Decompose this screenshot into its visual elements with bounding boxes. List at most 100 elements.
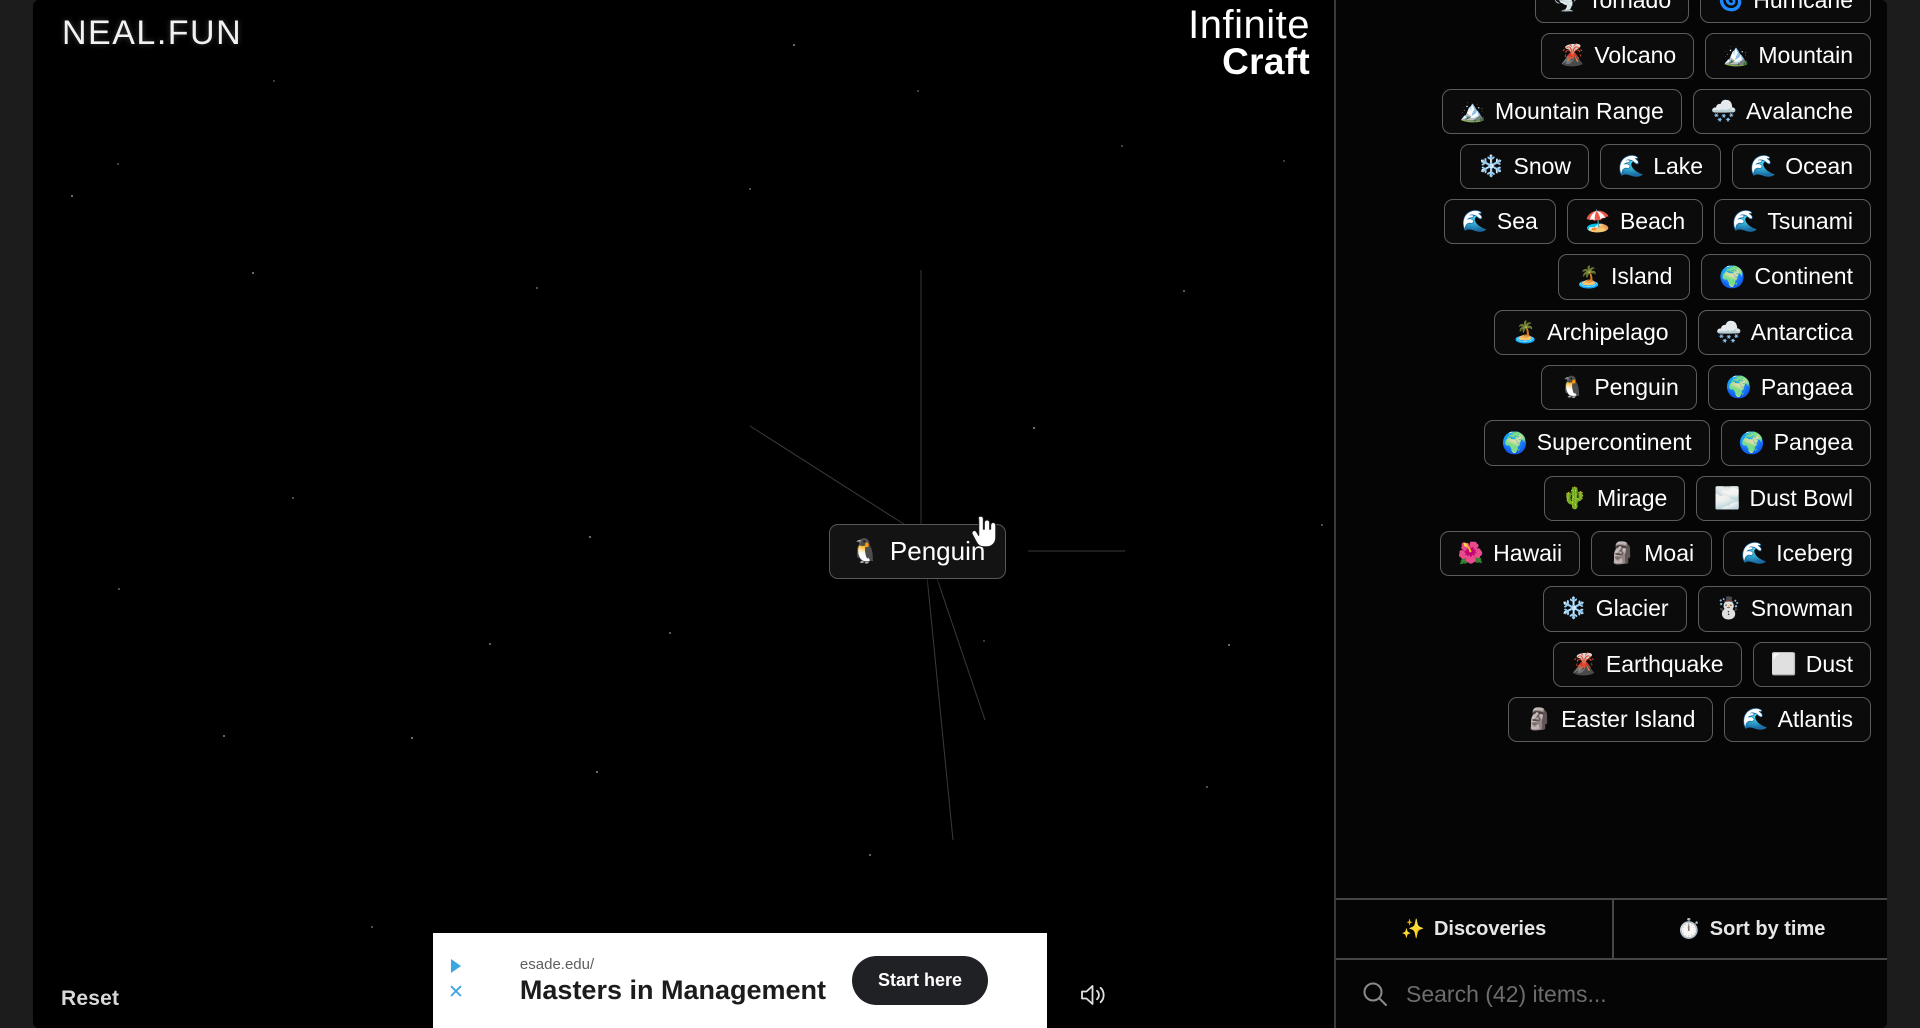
item-tornado[interactable]: 🌪️ Tornado (1534, 0, 1690, 24)
star-dot (793, 44, 795, 46)
item-iceberg[interactable]: 🌊 Iceberg (1723, 530, 1871, 577)
item-pangaea[interactable]: 🌍 Pangaea (1707, 365, 1871, 411)
item-label: Glacier (1595, 595, 1669, 622)
star-dot (1228, 644, 1230, 646)
star-dot (118, 588, 120, 590)
ad-body: esade.edu/ Masters in Management Start h… (473, 956, 1047, 1006)
speaker-icon[interactable] (1076, 978, 1110, 1012)
item-row: 🌍 Supercontinent 🌍 Pangea (1356, 420, 1871, 466)
item-hurricane[interactable]: 🌀 Hurricane (1700, 0, 1871, 24)
ad-text: esade.edu/ Masters in Management (520, 956, 826, 1006)
item-emoji-icon: ⬜ (1770, 652, 1797, 676)
item-supercontinent[interactable]: 🌍 Supercontinent (1483, 420, 1710, 466)
item-emoji-icon: 🏔️ (1723, 44, 1750, 68)
item-atlantis[interactable]: 🌊 Atlantis (1724, 696, 1871, 743)
item-island[interactable]: 🏝️ Island (1557, 254, 1691, 300)
item-volcano[interactable]: 🌋 Volcano (1541, 33, 1695, 79)
item-label: Island (1611, 263, 1673, 290)
item-earthquake[interactable]: 🌋 Earthquake (1552, 641, 1742, 687)
item-label: Sea (1496, 208, 1538, 235)
ad-cta-button[interactable]: Start here (852, 956, 989, 1005)
item-label: Tornado (1588, 0, 1672, 13)
item-snowman[interactable]: ☃️ Snowman (1697, 586, 1871, 632)
item-avalanche[interactable]: 🌨️ Avalanche (1692, 88, 1871, 134)
item-tsunami[interactable]: 🌊 Tsunami (1714, 199, 1871, 245)
item-dust-bowl[interactable]: 🌫️ Dust Bowl (1696, 475, 1871, 521)
item-antarctica[interactable]: 🌨️ Antarctica (1697, 309, 1871, 356)
star-dot (749, 188, 751, 190)
star-dot (536, 287, 538, 289)
item-dust[interactable]: ⬜ Dust (1752, 641, 1871, 687)
item-mountain[interactable]: 🏔️ Mountain (1705, 33, 1871, 79)
item-glacier[interactable]: ❄️ Glacier (1542, 586, 1687, 632)
reset-button[interactable]: Reset (61, 987, 119, 1011)
item-penguin[interactable]: 🐧 Penguin (1541, 365, 1697, 411)
board-element-penguin[interactable]: 🐧 Penguin (829, 524, 1007, 579)
item-continent[interactable]: 🌍 Continent (1701, 254, 1871, 300)
item-snow[interactable]: ❄️ Snow (1460, 143, 1590, 190)
item-label: Ocean (1785, 152, 1853, 179)
board-element-label: Penguin (889, 536, 986, 566)
connection-lines (749, 270, 1125, 841)
item-pangea[interactable]: 🌍 Pangea (1720, 420, 1871, 466)
adchoices-triangle-icon[interactable] (451, 959, 461, 973)
stopwatch-icon: ⏱️ (1677, 918, 1701, 940)
sidebar-tabs: ✨ Discoveries ⏱️ Sort by time (1336, 898, 1887, 960)
item-emoji-icon: 🌊 (1732, 210, 1759, 234)
item-mountain-range[interactable]: 🏔️ Mountain Range (1441, 88, 1682, 134)
neal-fun-logo[interactable]: NEAL.FUN (62, 14, 242, 53)
search-input[interactable] (1404, 979, 1887, 1009)
item-row: 🏝️ Island 🌍 Continent (1356, 254, 1871, 300)
star-dot (1283, 160, 1285, 162)
item-row: 🏔️ Mountain Range 🌨️ Avalanche (1356, 88, 1871, 134)
item-label: Supercontinent (1536, 429, 1692, 456)
item-emoji-icon: 🌨️ (1710, 99, 1737, 123)
item-label: Pangaea (1760, 374, 1853, 401)
star-dot (1121, 145, 1123, 147)
star-dot (371, 926, 373, 928)
tab-sort-by-time[interactable]: ⏱️ Sort by time (1611, 900, 1888, 958)
star-dot (869, 854, 871, 856)
items-sidebar: 🌪️ Tornado 🌀 Hurricane 🌋 Volcano 🏔️ Mountain 🏔️ M… (1334, 0, 1887, 1028)
item-list[interactable]: 🌪️ Tornado 🌀 Hurricane 🌋 Volcano 🏔️ Mountain 🏔️ M… (1336, 0, 1887, 898)
item-label: Iceberg (1776, 539, 1853, 566)
item-emoji-icon: 🌋 (1559, 44, 1586, 68)
item-archipelago[interactable]: 🏝️ Archipelago (1493, 309, 1687, 356)
item-label: Hurricane (1753, 0, 1853, 13)
close-x-icon[interactable]: ✕ (448, 983, 464, 1002)
sparkles-icon: ✨ (1401, 918, 1425, 940)
item-label: Moai (1644, 539, 1695, 566)
star-dot (411, 737, 413, 739)
item-row: 🏝️ Archipelago 🌨️ Antarctica (1356, 309, 1871, 356)
item-row: 🐧 Penguin 🌍 Pangaea (1356, 365, 1871, 411)
penguin-emoji-icon: 🐧 (850, 537, 880, 565)
item-emoji-icon: 🌊 (1742, 708, 1769, 731)
item-emoji-icon: 🌍 (1738, 431, 1765, 455)
item-emoji-icon: 🏝️ (1511, 320, 1539, 344)
item-moai[interactable]: 🗿 Moai (1591, 530, 1713, 577)
star-dot (917, 90, 919, 92)
item-label: Mountain (1758, 42, 1853, 69)
item-sea[interactable]: 🌊 Sea (1443, 199, 1556, 245)
item-mirage[interactable]: 🌵 Mirage (1543, 475, 1686, 521)
ad-banner[interactable]: ✕ esade.edu/ Masters in Management Start… (433, 933, 1047, 1028)
item-emoji-icon: ❄️ (1478, 155, 1505, 179)
item-emoji-icon: ❄️ (1560, 597, 1587, 621)
item-ocean[interactable]: 🌊 Ocean (1732, 143, 1871, 190)
item-row: ❄️ Glacier ☃️ Snowman (1356, 586, 1871, 632)
search-bar[interactable] (1336, 960, 1887, 1028)
item-easter-island[interactable]: 🗿 Easter Island (1508, 696, 1714, 743)
item-hawaii[interactable]: 🌺 Hawaii (1439, 530, 1581, 577)
tab-discoveries-label: Discoveries (1433, 917, 1547, 940)
crafting-canvas[interactable]: NEAL.FUN Infinite Craft 🐧 Penguin Reset (33, 0, 1334, 1028)
item-emoji-icon: 🐧 (1559, 376, 1586, 400)
search-icon (1363, 982, 1387, 1006)
item-emoji-icon: 🌊 (1618, 155, 1645, 179)
tab-discoveries[interactable]: ✨ Discoveries (1336, 900, 1612, 958)
item-beach[interactable]: 🏖️ Beach (1566, 199, 1704, 245)
star-dot (117, 163, 119, 165)
item-label: Snowman (1750, 595, 1853, 622)
item-emoji-icon: 🌺 (1457, 542, 1485, 566)
star-dot (292, 497, 294, 499)
item-lake[interactable]: 🌊 Lake (1600, 143, 1722, 190)
